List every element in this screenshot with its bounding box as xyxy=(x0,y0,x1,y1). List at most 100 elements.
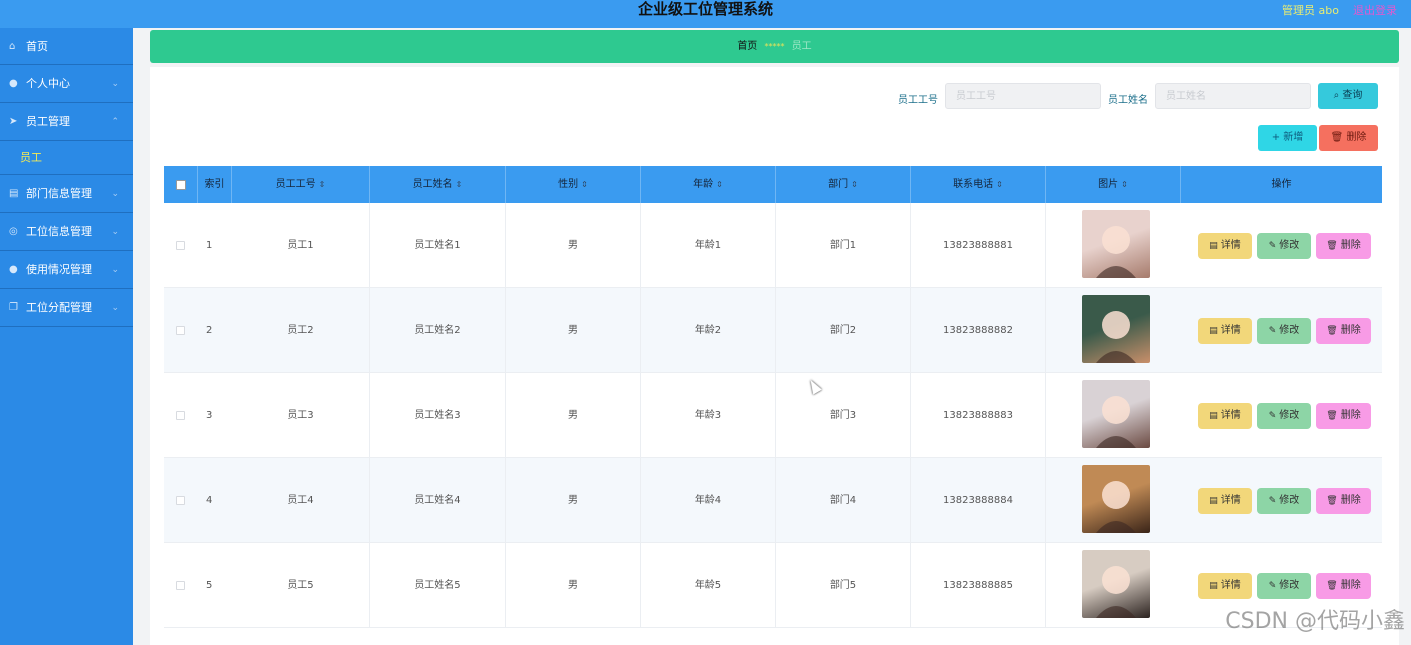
header-emp-name[interactable]: 员工姓名 ⇕ xyxy=(370,166,506,203)
row-checkbox[interactable] xyxy=(176,411,185,420)
watermark: CSDN @代码小鑫 xyxy=(1225,609,1405,634)
cell-emp-no: 员工4 xyxy=(232,458,370,543)
header-emp-name-label: 员工姓名 xyxy=(412,179,453,190)
delete-button-label: 删除 xyxy=(1340,580,1361,591)
detail-button-label: 详情 xyxy=(1220,410,1241,421)
edit-button[interactable]: ✎ 修改 xyxy=(1257,233,1311,259)
cell-index: 3 xyxy=(206,410,213,421)
row-checkbox[interactable] xyxy=(176,581,185,590)
detail-button[interactable]: ▤ 详情 xyxy=(1198,403,1252,429)
cell-gender: 男 xyxy=(506,373,641,458)
table-row: 3 员工3 员工姓名3 男年龄3 部门3 13823888883 ▤ 详情 ✎ 修改 🗑 删除 xyxy=(164,373,1382,458)
header-emp-no[interactable]: 员工工号 ⇕ xyxy=(232,166,370,203)
sidebar-item-label: 个人中心 xyxy=(26,77,70,90)
chevron-up-icon: ⌃ xyxy=(111,117,119,127)
breadcrumb-home[interactable]: 首页 xyxy=(737,41,757,52)
batch-delete-button[interactable]: 🗑 删除 xyxy=(1319,125,1378,151)
header-gender[interactable]: 性别 ⇕ xyxy=(506,166,641,203)
sidebar-item-workstation-info[interactable]: ◎ 工位信息管理 ⌄ xyxy=(0,213,133,251)
delete-button[interactable]: 🗑 删除 xyxy=(1316,488,1371,514)
content-card: 员工工号 员工姓名 ⌕ 查询 + 新增 🗑 删除 索引 员工工号⇕ 员工姓名⇕ … xyxy=(150,67,1399,645)
sidebar-item-personal-center[interactable]: ● 个人中心 ⌄ xyxy=(0,65,133,103)
header-phone[interactable]: 联系电话 ⇕ xyxy=(911,166,1046,203)
table-row: 5 员工5 员工姓名5 男年龄5 部门5 13823888885 ▤ 详情 ✎ 修改 🗑 删除 xyxy=(164,543,1382,628)
logout-link[interactable]: 退出登录 xyxy=(1353,2,1397,18)
header-age[interactable]: 年龄 ⇕ xyxy=(641,166,776,203)
mic-icon: ● xyxy=(9,264,18,275)
select-all-checkbox[interactable] xyxy=(176,180,186,190)
chevron-down-icon: ⌄ xyxy=(111,79,119,89)
header-photo-label: 图片 xyxy=(1098,179,1119,190)
employee-photo xyxy=(1082,210,1150,278)
cell-dept: 部门5 xyxy=(776,543,911,628)
user-icon: ● xyxy=(9,78,18,89)
sort-icon: ⇕ xyxy=(455,180,463,189)
detail-button[interactable]: ▤ 详情 xyxy=(1198,488,1252,514)
delete-button-label: 删除 xyxy=(1340,410,1361,421)
employee-photo xyxy=(1082,465,1150,533)
sort-icon: ⇕ xyxy=(581,180,588,189)
cell-age: 年龄4 xyxy=(641,458,776,543)
cell-emp-name: 员工姓名4 xyxy=(370,458,506,543)
cell-phone: 13823888884 xyxy=(911,458,1046,543)
cell-gender: 男 xyxy=(506,203,641,288)
edit-button-label: 修改 xyxy=(1279,325,1300,336)
trash-icon: 🗑 xyxy=(1330,132,1347,143)
header-dept-label: 部门 xyxy=(828,179,849,190)
top-bar: 企业级工位管理系统 管理员 abo 退出登录 xyxy=(0,0,1411,28)
cell-gender: 男 xyxy=(506,458,641,543)
cell-dept: 部门1 xyxy=(776,203,911,288)
sort-icon: ⇕ xyxy=(1121,180,1128,189)
sidebar-item-usage[interactable]: ● 使用情况管理 ⌄ xyxy=(0,251,133,289)
cell-index: 1 xyxy=(206,240,213,251)
add-button-label: 新增 xyxy=(1283,132,1304,143)
cell-emp-name: 员工姓名5 xyxy=(370,543,506,628)
row-checkbox[interactable] xyxy=(176,496,185,505)
detail-button[interactable]: ▤ 详情 xyxy=(1198,573,1252,599)
header-photo[interactable]: 图片 ⇕ xyxy=(1046,166,1181,203)
delete-button[interactable]: 🗑 删除 xyxy=(1316,318,1371,344)
sidebar-item-employee-management[interactable]: ➤ 员工管理 ⌃ xyxy=(0,103,133,141)
detail-button-label: 详情 xyxy=(1220,325,1241,336)
trash-icon: 🗑 xyxy=(1326,241,1338,251)
cell-age: 年龄3 xyxy=(641,373,776,458)
delete-button[interactable]: 🗑 删除 xyxy=(1316,403,1371,429)
edit-button[interactable]: ✎ 修改 xyxy=(1257,488,1311,514)
header-select-cell xyxy=(164,166,198,203)
delete-button[interactable]: 🗑 删除 xyxy=(1316,233,1371,259)
row-checkbox[interactable] xyxy=(176,241,185,250)
emp-name-input[interactable] xyxy=(1155,83,1311,109)
header-dept[interactable]: 部门 ⇕ xyxy=(776,166,911,203)
cell-age: 年龄2 xyxy=(641,288,776,373)
portrait-icon xyxy=(1096,566,1136,618)
edit-button-label: 修改 xyxy=(1279,580,1300,591)
delete-button[interactable]: 🗑 删除 xyxy=(1316,573,1371,599)
edit-button[interactable]: ✎ 修改 xyxy=(1257,573,1311,599)
cell-emp-no: 员工5 xyxy=(232,543,370,628)
globe-icon: ◎ xyxy=(9,226,18,237)
sidebar-item-label: 工位分配管理 xyxy=(26,301,92,314)
edit-icon: ✎ xyxy=(1268,411,1277,421)
edit-button[interactable]: ✎ 修改 xyxy=(1257,403,1311,429)
sidebar-subitem-employee[interactable]: 员工 xyxy=(0,141,133,175)
cell-emp-no: 员工1 xyxy=(232,203,370,288)
sidebar-item-allocation[interactable]: ❐ 工位分配管理 ⌄ xyxy=(0,289,133,327)
edit-button[interactable]: ✎ 修改 xyxy=(1257,318,1311,344)
trash-icon: 🗑 xyxy=(1326,581,1338,591)
chevron-down-icon: ⌄ xyxy=(111,303,119,313)
sidebar-item-department[interactable]: ▤ 部门信息管理 ⌄ xyxy=(0,175,133,213)
chevron-down-icon: ⌄ xyxy=(111,189,119,199)
chevron-down-icon: ⌄ xyxy=(111,265,119,275)
row-checkbox[interactable] xyxy=(176,326,185,335)
emp-no-input[interactable] xyxy=(945,83,1101,109)
detail-button[interactable]: ▤ 详情 xyxy=(1198,233,1252,259)
cell-index: 4 xyxy=(206,495,213,506)
delete-button-label: 删除 xyxy=(1340,240,1361,251)
query-button[interactable]: ⌕ 查询 xyxy=(1318,83,1378,109)
add-button[interactable]: + 新增 xyxy=(1258,125,1317,151)
detail-button[interactable]: ▤ 详情 xyxy=(1198,318,1252,344)
edit-icon: ✎ xyxy=(1268,581,1277,591)
sidebar-item-home[interactable]: ⌂ 首页 xyxy=(0,28,133,65)
cell-emp-no: 员工2 xyxy=(232,288,370,373)
edit-button-label: 修改 xyxy=(1279,240,1300,251)
